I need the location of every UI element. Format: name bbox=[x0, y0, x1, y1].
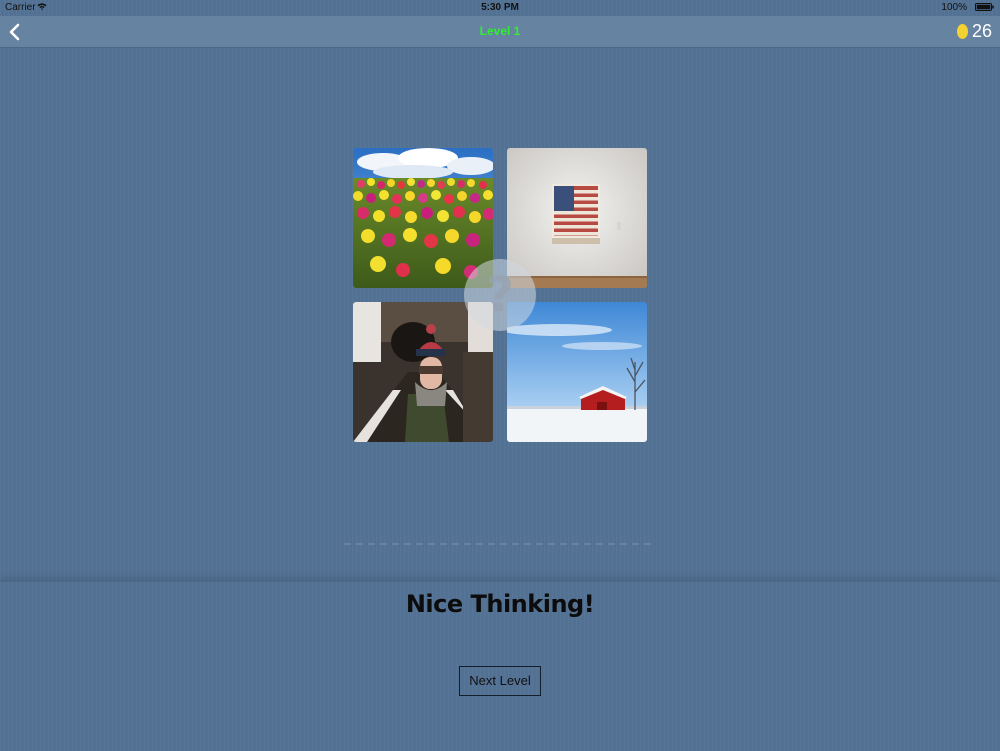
battery-percentage: 100% bbox=[941, 2, 967, 13]
red-barn-image bbox=[507, 302, 647, 442]
puzzle-image-woman bbox=[353, 302, 493, 442]
flag-painting-image bbox=[507, 148, 647, 288]
result-message: Nice Thinking! bbox=[405, 590, 595, 618]
level-title: Level 1 bbox=[479, 24, 521, 38]
flag-stripes bbox=[554, 186, 598, 236]
status-bar: Carrier 5:30 PM 100% bbox=[0, 0, 1000, 16]
answer-slots bbox=[344, 543, 656, 545]
question-mark-icon: ? bbox=[486, 267, 514, 323]
coin-count: 26 bbox=[971, 20, 992, 41]
nav-bar: Level 1 26 bbox=[0, 16, 1000, 48]
puzzle-image-barn bbox=[507, 302, 647, 442]
tulip-field-image bbox=[353, 148, 493, 288]
result-panel: Nice Thinking! Next Level bbox=[0, 581, 1000, 751]
status-time: 5:30 PM bbox=[481, 2, 519, 13]
coin-icon bbox=[956, 23, 968, 39]
woman-winter-hat-image bbox=[353, 302, 493, 442]
battery-icon bbox=[975, 3, 994, 11]
hint-button[interactable]: ? bbox=[464, 259, 536, 331]
next-level-button[interactable]: Next Level bbox=[459, 666, 541, 696]
puzzle-image-flag bbox=[507, 148, 647, 288]
puzzle-grid: ? bbox=[353, 148, 647, 442]
puzzle-image-tulips bbox=[353, 148, 493, 288]
coin-counter: 26 bbox=[956, 19, 992, 43]
